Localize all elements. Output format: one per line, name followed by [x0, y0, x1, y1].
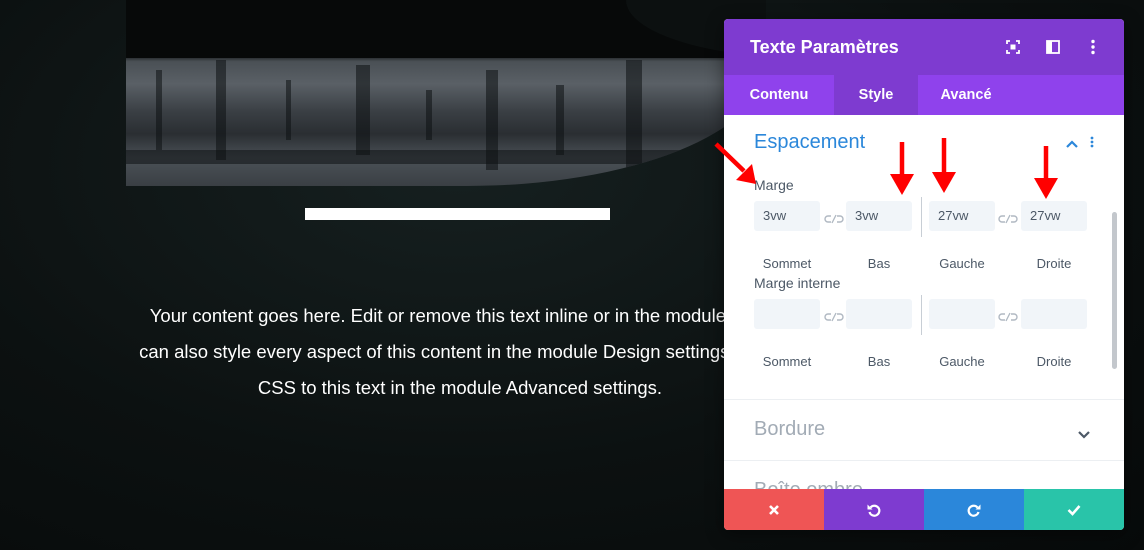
padding-bottom-input[interactable] — [846, 299, 912, 329]
link-icon[interactable] — [998, 308, 1018, 322]
padding-inputs — [754, 295, 1094, 335]
settings-panel: Texte Paramètres Contenu Style Avancé Es… — [724, 19, 1124, 530]
link-icon[interactable] — [824, 308, 844, 322]
padding-top-input[interactable] — [754, 299, 820, 329]
close-icon — [769, 504, 779, 515]
tab-avance[interactable]: Avancé — [918, 75, 1014, 115]
panel-body: Espacement Marge 3vw 3vw 27vw 27vw Somme… — [724, 115, 1124, 490]
undo-button[interactable] — [824, 489, 924, 530]
save-button[interactable] — [1024, 489, 1124, 530]
chevron-down-icon[interactable] — [1078, 424, 1090, 439]
link-icon[interactable] — [998, 210, 1018, 224]
margin-left-label: Gauche — [939, 256, 985, 271]
panel-footer — [724, 489, 1124, 530]
tab-style[interactable]: Style — [834, 75, 918, 115]
link-icon[interactable] — [824, 210, 844, 224]
margin-right-input[interactable]: 27vw — [1021, 201, 1087, 231]
section-label: Bordure — [754, 418, 826, 440]
padding-right-label: Droite — [1036, 354, 1072, 369]
annotation-arrow — [714, 142, 756, 184]
divider-bar — [305, 208, 610, 220]
annotation-arrow — [890, 142, 914, 195]
more-vertical-icon[interactable] — [1090, 133, 1094, 152]
margin-right-label: Droite — [1036, 256, 1072, 271]
undo-icon — [867, 504, 881, 517]
padding-label: Marge interne — [754, 275, 841, 291]
tab-bar: Contenu Style Avancé — [724, 75, 1124, 115]
check-icon — [1067, 504, 1081, 516]
divider — [921, 295, 922, 335]
margin-left-input[interactable]: 27vw — [929, 201, 995, 231]
split-icon[interactable] — [1044, 38, 1062, 56]
section-boite-ombre[interactable]: Boîte ombre — [724, 460, 1124, 490]
panel-title: Texte Paramètres — [750, 36, 899, 57]
margin-label: Marge — [754, 177, 794, 193]
scrollbar[interactable] — [1112, 212, 1117, 369]
tab-contenu[interactable]: Contenu — [724, 75, 834, 115]
redo-icon — [967, 504, 981, 517]
padding-right-input[interactable] — [1021, 299, 1087, 329]
padding-left-label: Gauche — [939, 354, 985, 369]
panel-header: Texte Paramètres — [724, 19, 1124, 75]
redo-button[interactable] — [924, 489, 1024, 530]
more-vertical-icon[interactable] — [1084, 38, 1102, 56]
divider — [921, 197, 922, 237]
padding-left-input[interactable] — [929, 299, 995, 329]
annotation-arrow — [932, 138, 956, 193]
padding-top-label: Sommet — [762, 354, 812, 369]
margin-bottom-label: Bas — [867, 256, 891, 271]
hero-image — [126, 0, 766, 186]
annotation-arrow — [1034, 146, 1058, 199]
margin-top-label: Sommet — [762, 256, 812, 271]
padding-bottom-label: Bas — [867, 354, 891, 369]
margin-inputs: 3vw 3vw 27vw 27vw — [754, 197, 1094, 237]
expand-icon[interactable] — [1004, 38, 1022, 56]
margin-bottom-input[interactable]: 3vw — [846, 201, 912, 231]
section-bordure[interactable]: Bordure — [724, 399, 1124, 459]
cancel-button[interactable] — [724, 489, 824, 530]
margin-top-input[interactable]: 3vw — [754, 201, 820, 231]
chevron-up-icon[interactable] — [1066, 133, 1078, 152]
